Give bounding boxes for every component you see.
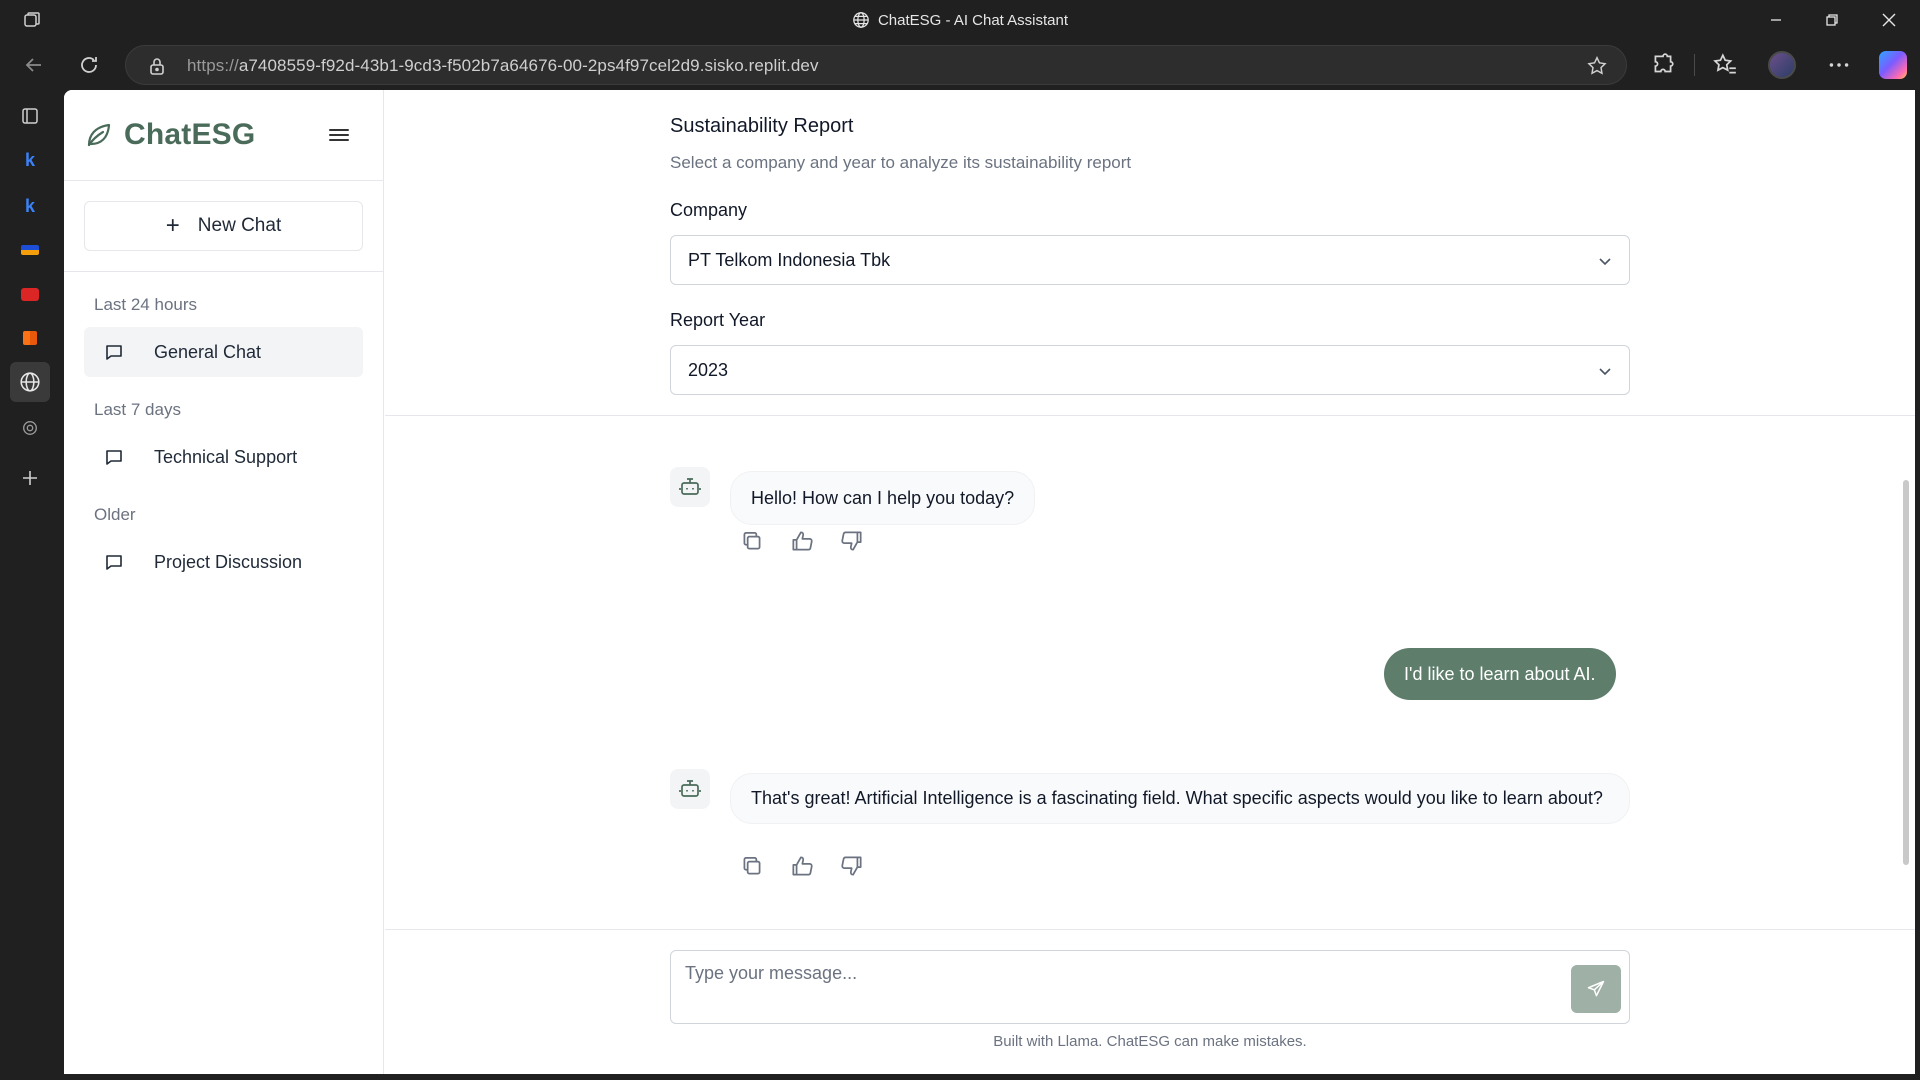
message-list: Hello! How can I help you today? I'd lik… (385, 417, 1915, 929)
flag-tab-icon[interactable] (16, 236, 44, 264)
bot-avatar (670, 769, 710, 809)
extensions-icon[interactable] (1650, 52, 1676, 78)
brand: ChatESG (84, 118, 255, 152)
minimize-icon[interactable] (1764, 8, 1788, 32)
message-text: That's great! Artificial Intelligence is… (751, 788, 1603, 808)
brand-name: ChatESG (124, 118, 256, 151)
message-input[interactable] (685, 963, 1545, 1003)
disclaimer-text: Built with Llama. ChatESG can make mista… (993, 1033, 1307, 1050)
message-text: Hello! How can I help you today? (751, 487, 1015, 508)
message-square-icon (106, 345, 122, 360)
sidebar-divider (64, 271, 384, 272)
sidebar-item-label: Technical Support (154, 446, 298, 467)
company-label: Company (670, 200, 748, 220)
copilot-icon[interactable] (1879, 51, 1907, 79)
url-text[interactable]: https://a7408559-f92d-43b1-9cd3-f502b7a6… (187, 56, 819, 76)
menu-toggle-icon[interactable] (329, 126, 349, 144)
message-input-box[interactable] (670, 950, 1630, 1024)
company-select-value: PT Telkom Indonesia Tbk (688, 249, 891, 270)
chat-main: Sustainability Report Select a company a… (385, 90, 1915, 1074)
send-icon (1587, 980, 1605, 997)
lock-icon[interactable] (148, 56, 166, 76)
favorite-star-icon[interactable] (1586, 55, 1608, 77)
youtube-tab-icon[interactable] (16, 280, 44, 308)
bot-avatar (670, 467, 710, 507)
report-year-label: Report Year (670, 310, 766, 330)
group-label-last-24-hours: Last 24 hours (94, 295, 198, 314)
scrollbar-thumb[interactable] (1903, 480, 1909, 865)
globe-tab-icon[interactable] (10, 362, 50, 402)
user-message: I'd like to learn about AI. (1384, 648, 1616, 700)
assistant-message: That's great! Artificial Intelligence is… (730, 773, 1630, 824)
sidebar-item-label: Project Discussion (154, 551, 303, 572)
favorites-icon[interactable] (1712, 52, 1738, 78)
window-title-text: ChatESG - AI Chat Assistant (877, 12, 1069, 29)
url-host: a7408559-f92d-43b1-9cd3-f502b7a64676-00-… (238, 56, 819, 75)
report-subtitle: Select a company and year to analyze its… (670, 153, 1132, 172)
app-tab-icon[interactable] (16, 324, 44, 352)
toolbar-divider (1694, 54, 1695, 76)
new-chat-button[interactable]: + New Chat (84, 201, 363, 251)
message-square-icon (106, 555, 122, 570)
address-bar[interactable]: https://a7408559-f92d-43b1-9cd3-f502b7a6… (125, 45, 1627, 85)
window-title: ChatESG - AI Chat Assistant (0, 11, 1920, 29)
chevron-down-icon (1599, 258, 1611, 266)
k-tab-icon[interactable]: k (16, 146, 44, 174)
group-label-older: Older (94, 505, 136, 524)
tab-actions-icon[interactable] (16, 102, 44, 130)
sidebar-item-technical-support[interactable]: Technical Support (84, 432, 363, 482)
copy-icon[interactable] (739, 853, 765, 879)
report-year-select[interactable]: 2023 (670, 345, 1630, 395)
bot-icon (679, 478, 701, 495)
company-select[interactable]: PT Telkom Indonesia Tbk (670, 235, 1630, 285)
thumbs-down-icon[interactable] (839, 853, 865, 879)
vertical-tab-strip: k k (0, 90, 64, 1080)
sustainability-report-panel: Sustainability Report Select a company a… (385, 90, 1915, 416)
report-title: Sustainability Report (670, 115, 854, 137)
sidebar-item-project-discussion[interactable]: Project Discussion (84, 537, 363, 587)
profile-avatar[interactable] (1768, 51, 1796, 79)
openai-tab-icon[interactable] (16, 414, 44, 442)
message-text: I'd like to learn about AI. (1404, 663, 1596, 684)
k-tab-icon[interactable]: k (16, 192, 44, 220)
group-label-last-7-days: Last 7 days (94, 400, 181, 419)
restore-icon[interactable] (1820, 8, 1844, 32)
url-protocol: https:// (187, 56, 239, 75)
assistant-message: Hello! How can I help you today? (730, 471, 1036, 525)
thumbs-down-icon[interactable] (839, 528, 865, 554)
sidebar-divider (64, 180, 384, 181)
close-icon[interactable] (1877, 8, 1901, 32)
app-page: ChatESG + New Chat Last 24 hours General… (64, 90, 1915, 1074)
new-chat-label: New Chat (197, 215, 282, 236)
leaf-icon (87, 123, 111, 147)
plus-icon: + (165, 212, 180, 239)
copy-icon[interactable] (739, 528, 765, 554)
composer: Built with Llama. ChatESG can make mista… (385, 929, 1915, 1074)
thumbs-up-icon[interactable] (789, 528, 815, 554)
back-icon[interactable] (22, 53, 46, 77)
chevron-down-icon (1599, 368, 1611, 376)
globe-icon (853, 12, 869, 28)
send-button[interactable] (1571, 965, 1621, 1013)
window-titlebar: ChatESG - AI Chat Assistant (0, 0, 1920, 40)
more-options-icon[interactable] (1826, 52, 1852, 78)
chat-sidebar: ChatESG + New Chat Last 24 hours General… (64, 90, 384, 1074)
sidebar-item-label: General Chat (154, 341, 262, 362)
message-square-icon (106, 450, 122, 465)
report-year-select-value: 2023 (688, 359, 729, 380)
thumbs-up-icon[interactable] (789, 853, 815, 879)
reload-icon[interactable] (77, 53, 101, 77)
sidebar-item-general-chat[interactable]: General Chat (84, 327, 363, 377)
new-tab-plus-icon[interactable] (16, 464, 44, 492)
bot-icon (679, 780, 701, 797)
